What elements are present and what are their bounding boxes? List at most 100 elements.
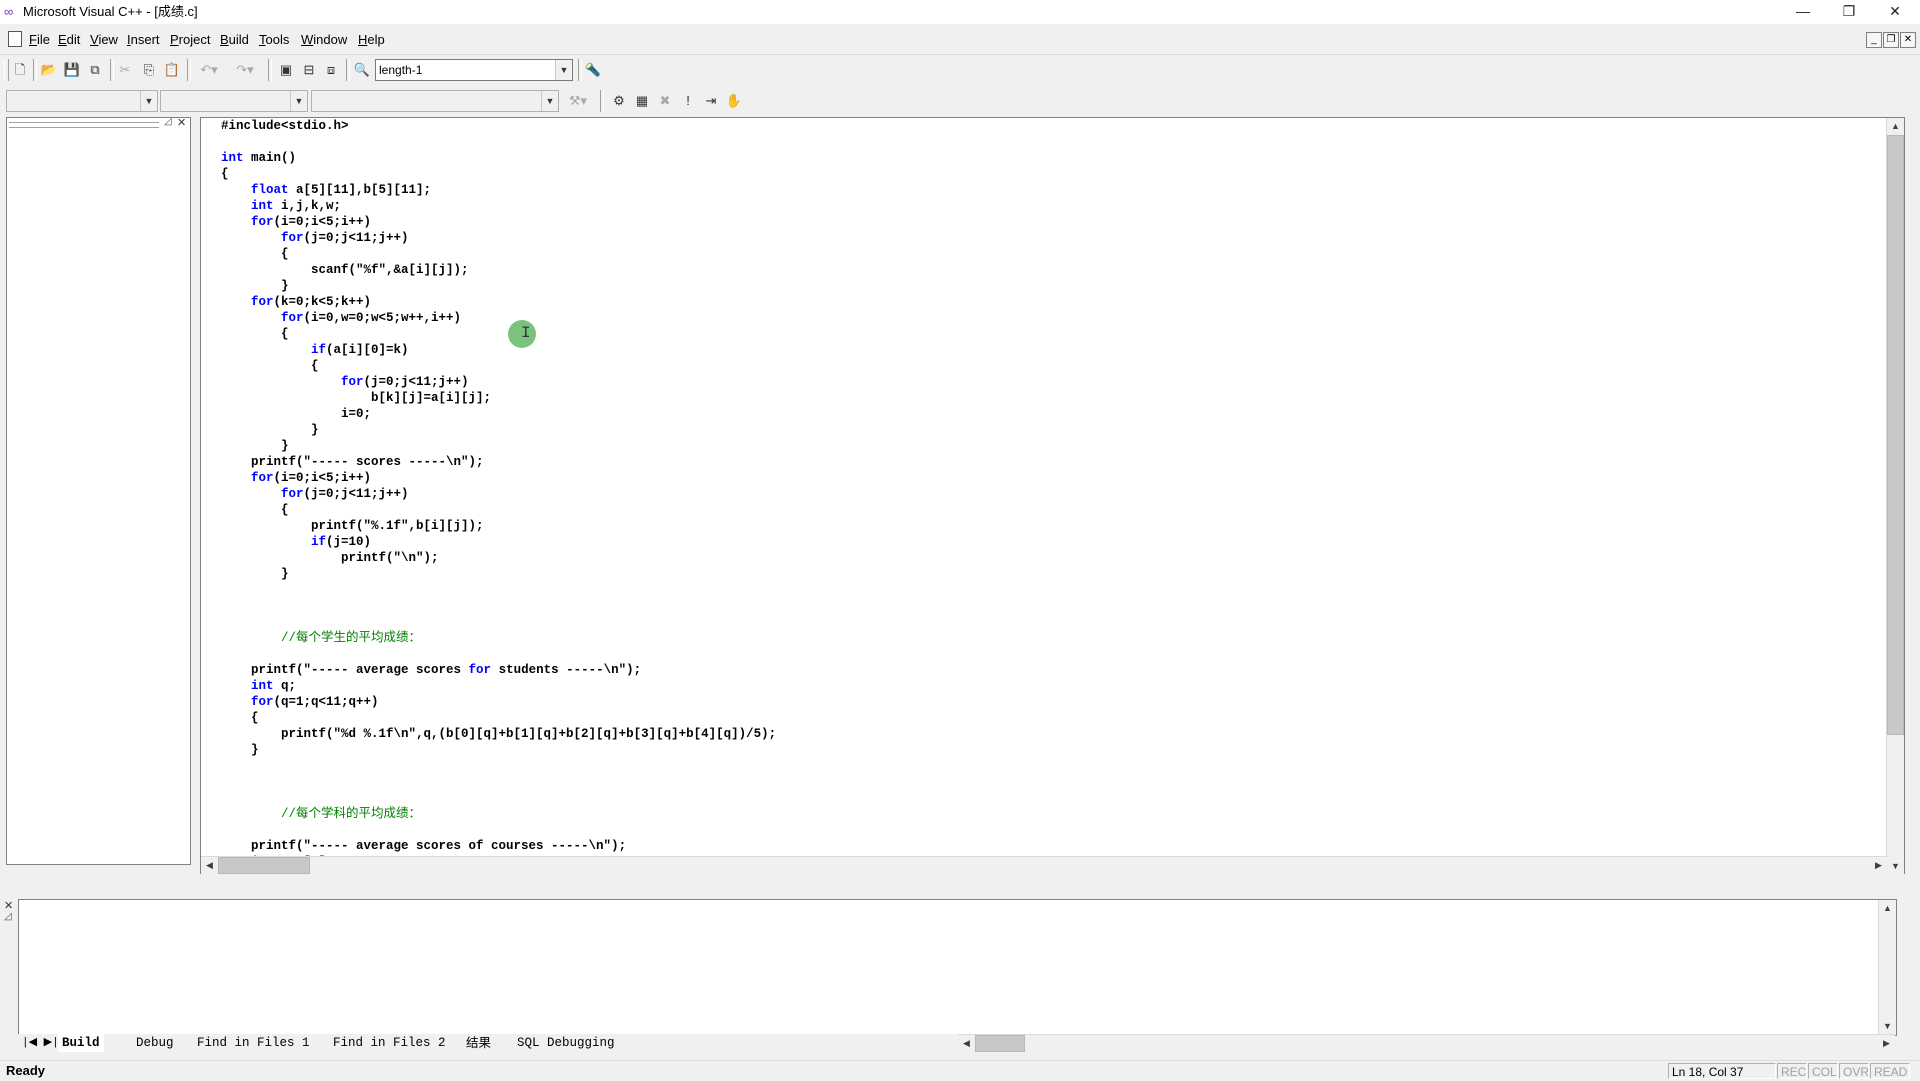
- window-list-icon[interactable]: ⧈: [320, 59, 342, 81]
- code-line[interactable]: for(i=0;i<5;i++): [221, 471, 371, 485]
- tab-sql-debugging[interactable]: SQL Debugging: [513, 1034, 619, 1052]
- go-icon[interactable]: ✋: [723, 90, 745, 112]
- chevron-down-icon[interactable]: ▼: [541, 91, 558, 111]
- scroll-right-icon[interactable]: ▶: [1870, 857, 1887, 874]
- menu-help[interactable]: Help: [356, 31, 387, 49]
- code-line[interactable]: {: [221, 327, 289, 341]
- workspace-icon[interactable]: ▣: [275, 59, 297, 81]
- save-icon[interactable]: 💾: [61, 59, 83, 81]
- wizard-icon[interactable]: ⚒▾: [561, 90, 595, 112]
- restore-button[interactable]: ❐: [1826, 0, 1872, 24]
- code-line[interactable]: printf("----- average scores for student…: [221, 663, 641, 677]
- chevron-down-icon[interactable]: ▼: [140, 91, 157, 111]
- menu-file[interactable]: File: [27, 31, 52, 49]
- code-line[interactable]: #include<stdio.h>: [221, 119, 349, 133]
- menu-tools[interactable]: Tools: [257, 31, 291, 49]
- code-line[interactable]: }: [221, 439, 289, 453]
- code-line[interactable]: b[k][j]=a[i][j];: [221, 391, 491, 405]
- scroll-right-icon[interactable]: ▶: [1878, 1035, 1895, 1052]
- output-float-icon[interactable]: ◿: [4, 911, 12, 922]
- members-combo[interactable]: ▼: [311, 90, 559, 112]
- tab-scroll-arrows[interactable]: |◀ ▶|: [18, 1034, 63, 1052]
- close-button[interactable]: ✕: [1872, 0, 1918, 24]
- output-window[interactable]: ▲ ▼: [18, 899, 1897, 1036]
- code-line[interactable]: printf("----- scores -----\n");: [221, 455, 484, 469]
- code-line[interactable]: for(k=0;k<5;k++): [221, 295, 371, 309]
- find-combo[interactable]: length-1 ▼: [375, 59, 573, 81]
- code-line[interactable]: }: [221, 743, 259, 757]
- workspace-close-icon[interactable]: ✕: [177, 116, 186, 129]
- find-in-files-icon[interactable]: 🔍: [351, 59, 373, 81]
- code-line[interactable]: }: [221, 423, 319, 437]
- code-line[interactable]: i=0;: [221, 407, 371, 421]
- source-code[interactable]: #include<stdio.h> int main() { float a[5…: [221, 118, 776, 870]
- code-line[interactable]: //每个学科的平均成绩：: [221, 807, 421, 821]
- paste-icon[interactable]: 📋: [161, 59, 183, 81]
- mdi-restore-button[interactable]: ❐: [1883, 32, 1899, 48]
- code-line[interactable]: }: [221, 279, 289, 293]
- code-line[interactable]: for(j=0;j<11;j++): [221, 231, 409, 245]
- find-icon[interactable]: 🔦: [582, 59, 604, 81]
- mdi-close-button[interactable]: ✕: [1900, 32, 1916, 48]
- undo-icon[interactable]: ↶▾: [193, 59, 225, 81]
- menu-project[interactable]: Project: [168, 31, 212, 49]
- code-line[interactable]: for(j=0;j<11;j++): [221, 487, 409, 501]
- class-combo[interactable]: ▼: [6, 90, 158, 112]
- scroll-down-icon[interactable]: ▼: [1887, 858, 1904, 875]
- insert-breakpoint-icon[interactable]: ⇥: [700, 90, 722, 112]
- scrollbar-thumb[interactable]: [975, 1035, 1025, 1052]
- execute-icon[interactable]: !: [677, 90, 699, 112]
- output-gripper[interactable]: ✕ ◿: [2, 899, 16, 1049]
- menu-window[interactable]: Window: [299, 31, 349, 49]
- code-line[interactable]: for(i=0;i<5;i++): [221, 215, 371, 229]
- scroll-up-icon[interactable]: ▲: [1879, 900, 1896, 917]
- tab-find-in-files-1[interactable]: Find in Files 1: [193, 1034, 314, 1052]
- redo-icon[interactable]: ↷▾: [229, 59, 261, 81]
- new-text-file-icon[interactable]: 🗋: [9, 59, 31, 81]
- compile-icon[interactable]: ⚙: [608, 90, 630, 112]
- code-line[interactable]: printf("\n");: [221, 551, 439, 565]
- scroll-down-icon[interactable]: ▼: [1879, 1018, 1896, 1035]
- chevron-down-icon[interactable]: ▼: [555, 60, 572, 80]
- menu-view[interactable]: View: [88, 31, 120, 49]
- code-line[interactable]: for(j=0;j<11;j++): [221, 375, 469, 389]
- code-line[interactable]: {: [221, 167, 229, 181]
- code-line[interactable]: printf("----- average scores of courses …: [221, 839, 626, 853]
- code-line[interactable]: {: [221, 359, 319, 373]
- scroll-left-icon[interactable]: ◀: [201, 857, 218, 874]
- code-line[interactable]: }: [221, 567, 289, 581]
- code-line[interactable]: for(i=0,w=0;w<5;w++,i++): [221, 311, 461, 325]
- menu-build[interactable]: Build: [218, 31, 251, 49]
- menu-edit[interactable]: Edit: [56, 31, 82, 49]
- code-line[interactable]: if(j=10): [221, 535, 371, 549]
- scrollbar-thumb[interactable]: [218, 857, 310, 874]
- scroll-up-icon[interactable]: ▲: [1887, 118, 1904, 135]
- minimize-button[interactable]: —: [1780, 0, 1826, 24]
- code-line[interactable]: {: [221, 503, 289, 517]
- chevron-down-icon[interactable]: ▼: [290, 91, 307, 111]
- code-line[interactable]: //每个学生的平均成绩：: [221, 631, 421, 645]
- editor-vertical-scrollbar[interactable]: ▲ ▼: [1886, 118, 1904, 875]
- save-all-icon[interactable]: ⧉: [84, 59, 106, 81]
- scroll-left-icon[interactable]: ◀: [958, 1035, 975, 1052]
- filter-combo[interactable]: ▼: [160, 90, 308, 112]
- output-horizontal-scrollbar[interactable]: ◀ ▶: [958, 1034, 1895, 1052]
- code-line[interactable]: if(a[i][0]=k): [221, 343, 409, 357]
- scrollbar-thumb[interactable]: [1887, 135, 1904, 735]
- code-editor[interactable]: #include<stdio.h> int main() { float a[5…: [200, 117, 1905, 875]
- workspace-float-icon[interactable]: ◿: [164, 116, 172, 127]
- open-icon[interactable]: 📂: [38, 59, 60, 81]
- document-icon[interactable]: [8, 31, 22, 47]
- code-line[interactable]: int i,j,k,w;: [221, 199, 341, 213]
- menu-insert[interactable]: Insert: [125, 31, 162, 49]
- editor-horizontal-scrollbar[interactable]: ◀ ▶: [201, 856, 1887, 874]
- code-line[interactable]: scanf("%f",&a[i][j]);: [221, 263, 469, 277]
- code-line[interactable]: printf("%.1f",b[i][j]);: [221, 519, 484, 533]
- workspace-gripper[interactable]: [9, 122, 159, 128]
- build-icon[interactable]: ▦: [631, 90, 653, 112]
- tab-find-in-files-2[interactable]: Find in Files 2: [329, 1034, 450, 1052]
- mdi-minimize-button[interactable]: _: [1866, 32, 1882, 48]
- tab-results[interactable]: 结果: [462, 1034, 495, 1052]
- output-icon[interactable]: ⊟: [298, 59, 320, 81]
- code-line[interactable]: for(q=1;q<11;q++): [221, 695, 379, 709]
